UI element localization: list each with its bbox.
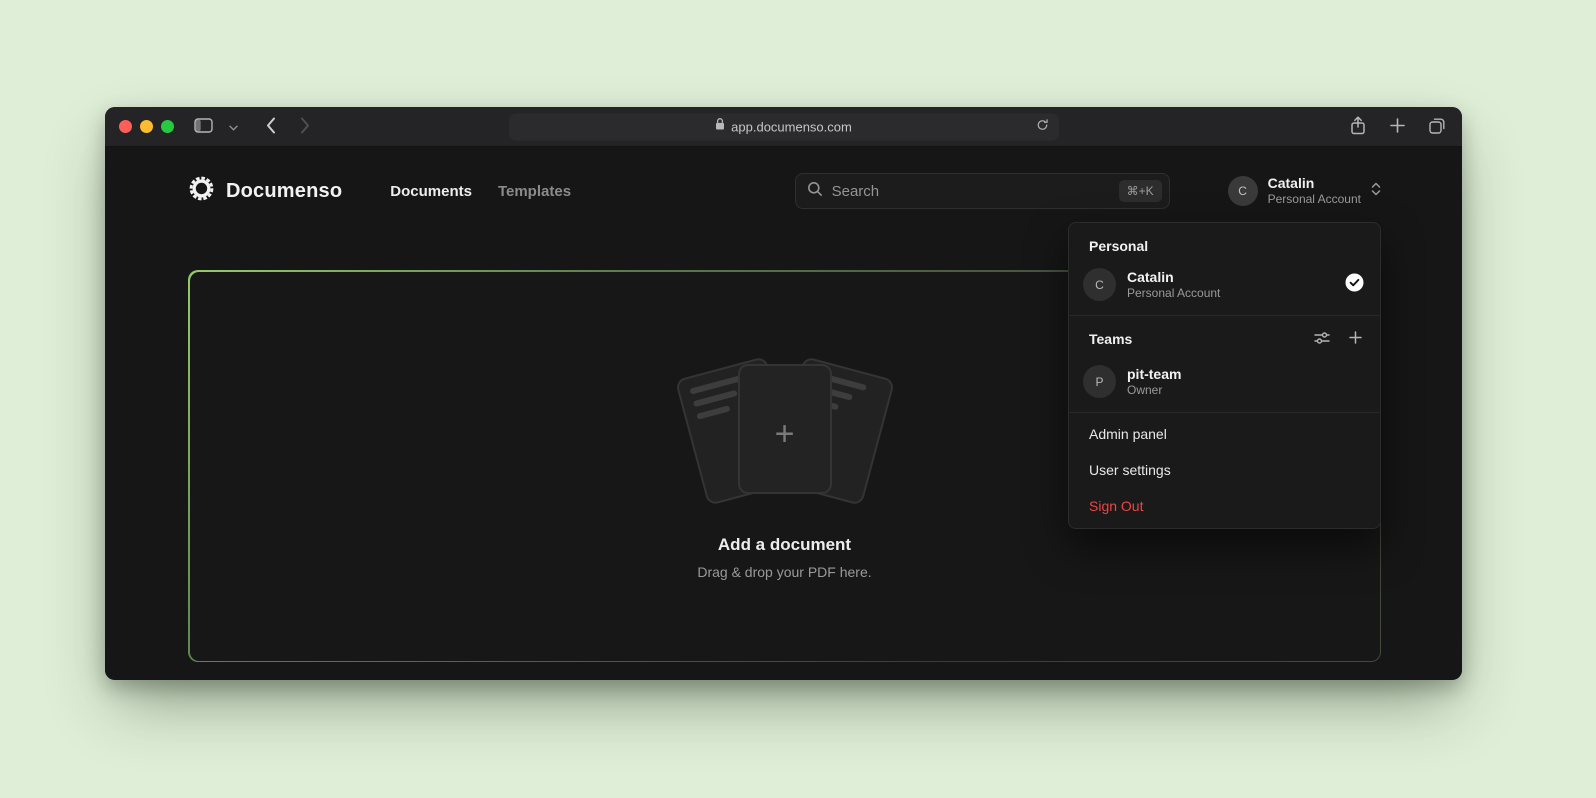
main-nav: Documents Templates	[390, 183, 571, 200]
personal-section-label: Personal	[1069, 227, 1380, 261]
plus-icon	[1390, 118, 1405, 136]
selector-chevrons-icon	[1371, 181, 1381, 202]
divider	[1069, 412, 1380, 413]
brand-logo[interactable]: Documenso	[188, 175, 342, 207]
address-bar[interactable]: app.documenso.com	[509, 113, 1059, 140]
teams-section-header: Teams	[1069, 319, 1380, 358]
teams-section-label: Teams	[1089, 331, 1312, 347]
share-button[interactable]	[1348, 114, 1368, 140]
new-tab-button[interactable]	[1388, 116, 1407, 138]
refresh-button[interactable]	[1034, 117, 1051, 137]
account-name: Catalin	[1268, 175, 1361, 193]
browser-toolbar: app.documenso.com	[105, 107, 1462, 147]
tabs-icon	[1429, 117, 1446, 137]
menu-item-sign-out[interactable]: Sign Out	[1069, 488, 1380, 524]
personal-account-item[interactable]: C Catalin Personal Account	[1069, 261, 1380, 312]
plus-icon: +	[775, 417, 795, 451]
share-icon	[1350, 116, 1366, 138]
browser-window: app.documenso.com	[105, 107, 1462, 680]
dropzone-subtitle: Drag & drop your PDF here.	[697, 564, 871, 580]
avatar: C	[1083, 268, 1116, 301]
window-controls	[119, 120, 174, 133]
team-name: pit-team	[1127, 365, 1364, 383]
url-text: app.documenso.com	[731, 119, 852, 134]
divider	[1069, 315, 1380, 316]
search-bar[interactable]: ⌘+K	[795, 173, 1170, 209]
team-role: Owner	[1127, 383, 1364, 399]
lock-icon	[715, 118, 725, 136]
sliders-icon	[1314, 331, 1330, 348]
manage-teams-button[interactable]	[1312, 329, 1332, 350]
nav-documents[interactable]: Documents	[390, 183, 472, 200]
forward-button[interactable]	[298, 115, 312, 139]
minimize-window-button[interactable]	[140, 120, 153, 133]
chevron-right-icon	[300, 117, 310, 137]
nav-templates[interactable]: Templates	[498, 183, 571, 200]
sidebar-dropdown-button[interactable]	[227, 117, 240, 136]
menu-account-name: Catalin	[1127, 268, 1334, 286]
close-window-button[interactable]	[119, 120, 132, 133]
chevron-down-icon	[229, 119, 238, 134]
team-avatar: P	[1083, 365, 1116, 398]
zoom-window-button[interactable]	[161, 120, 174, 133]
tab-overview-button[interactable]	[1427, 115, 1448, 139]
search-shortcut-badge: ⌘+K	[1119, 180, 1162, 202]
plus-icon	[1349, 331, 1362, 347]
chevron-left-icon	[266, 117, 276, 137]
document-card-add: +	[738, 364, 832, 494]
account-menu-button[interactable]: C Catalin Personal Account	[1228, 175, 1381, 208]
team-item-pit-team[interactable]: P pit-team Owner	[1069, 358, 1380, 409]
refresh-icon	[1036, 119, 1049, 135]
search-input[interactable]	[832, 183, 1110, 200]
menu-account-subtitle: Personal Account	[1127, 286, 1334, 302]
selected-check-icon	[1345, 273, 1364, 297]
documents-illustration: +	[670, 353, 900, 505]
documenso-logo-icon	[188, 175, 215, 207]
page-content: Documenso Documents Templates ⌘+K C	[105, 147, 1462, 679]
sidebar-toggle-button[interactable]	[192, 116, 215, 138]
menu-item-admin-panel[interactable]: Admin panel	[1069, 416, 1380, 452]
account-dropdown-menu: Personal C Catalin Personal Account Team…	[1068, 222, 1381, 529]
account-subtitle: Personal Account	[1268, 192, 1361, 207]
search-icon	[807, 181, 823, 202]
create-team-button[interactable]	[1347, 329, 1364, 349]
dropzone-title: Add a document	[718, 535, 851, 555]
avatar: C	[1228, 176, 1258, 206]
back-button[interactable]	[264, 115, 278, 139]
sidebar-icon	[194, 118, 213, 136]
brand-name: Documenso	[226, 180, 342, 203]
menu-item-user-settings[interactable]: User settings	[1069, 452, 1380, 488]
